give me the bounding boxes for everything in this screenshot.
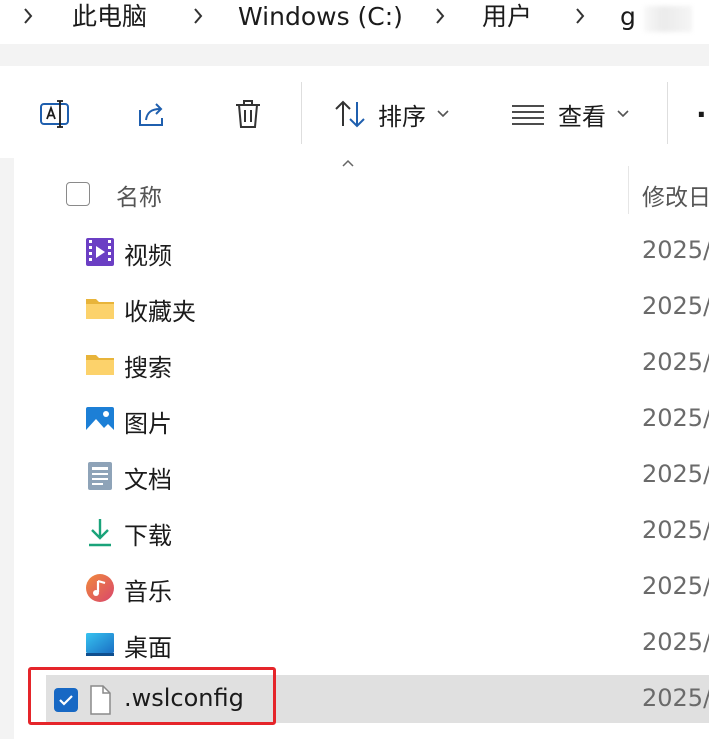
more-options-button[interactable]: · (696, 94, 707, 134)
rename-icon (40, 100, 69, 128)
item-name: 搜索 (124, 354, 172, 382)
annotation-highlight-box (28, 667, 276, 725)
item-date: 2025/ (642, 628, 709, 656)
command-bar: 排序 查看 · (0, 66, 709, 159)
item-name: 收藏夹 (124, 298, 196, 326)
downloads-folder-icon (89, 519, 111, 547)
item-name: 图片 (124, 410, 172, 438)
list-item[interactable]: 图片 2025/ (46, 395, 709, 443)
delete-button[interactable] (230, 94, 266, 134)
list-item[interactable]: 文档 2025/ (46, 451, 709, 499)
chevron-right-icon[interactable] (20, 4, 36, 28)
chevron-down-icon (617, 110, 629, 118)
list-item[interactable]: 音乐 2025/ (46, 563, 709, 611)
documents-folder-icon (88, 462, 112, 490)
item-name: 文档 (124, 466, 172, 494)
breadcrumb-drive-c[interactable]: Windows (C:) (238, 0, 403, 36)
toolbar-divider (667, 82, 668, 144)
item-name: 音乐 (124, 578, 172, 606)
column-header-date[interactable]: 修改日 (642, 178, 709, 212)
list-item[interactable]: 桌面 2025/ (46, 619, 709, 667)
rename-button[interactable] (38, 94, 74, 134)
chevron-right-icon[interactable] (572, 4, 588, 28)
share-icon (139, 103, 163, 126)
file-list: 名称 修改日 视频 2025/ 收藏夹 2025/ 搜索 2025/ 图片 20… (0, 158, 709, 739)
chevron-right-icon[interactable] (190, 4, 206, 28)
share-button[interactable] (134, 94, 170, 134)
list-item[interactable]: 下载 2025/ (46, 507, 709, 555)
toolbar-divider (301, 82, 302, 144)
item-name: 下载 (124, 522, 172, 550)
view-button[interactable]: 查看 (510, 94, 630, 134)
item-date: 2025/ (642, 236, 709, 264)
breadcrumb-gap (0, 44, 709, 66)
item-date: 2025/ (642, 460, 709, 488)
breadcrumb-users[interactable]: 用户 (482, 0, 532, 36)
breadcrumb-user-folder[interactable]: g (620, 0, 636, 36)
chevron-right-icon[interactable] (432, 4, 448, 28)
videos-folder-icon (86, 238, 114, 266)
list-item[interactable]: 收藏夹 2025/ (46, 283, 709, 331)
item-date: 2025/ (642, 684, 709, 712)
list-item[interactable]: 视频 2025/ (46, 227, 709, 275)
redacted-username (644, 6, 692, 32)
item-name: 桌面 (124, 634, 172, 662)
navigation-pane-edge (0, 158, 14, 739)
column-header-row: 名称 修改日 (46, 166, 709, 214)
view-list-icon (512, 105, 544, 125)
chevron-down-icon (437, 110, 449, 118)
music-folder-icon (86, 574, 114, 602)
sort-icon (335, 100, 365, 128)
folder-icon (86, 299, 114, 319)
breadcrumb-this-pc[interactable]: 此电脑 (72, 0, 147, 36)
desktop-folder-icon (86, 633, 114, 656)
folder-icon (86, 355, 114, 375)
view-label: 查看 (558, 102, 606, 131)
item-date: 2025/ (642, 572, 709, 600)
item-name: 视频 (124, 242, 172, 270)
list-item[interactable]: 搜索 2025/ (46, 339, 709, 387)
item-date: 2025/ (642, 516, 709, 544)
sort-label: 排序 (378, 102, 426, 131)
item-date: 2025/ (642, 404, 709, 432)
item-date: 2025/ (642, 348, 709, 376)
column-header-name[interactable]: 名称 (116, 178, 162, 212)
column-divider[interactable] (628, 166, 629, 214)
select-all-checkbox[interactable] (66, 182, 90, 206)
pictures-folder-icon (86, 407, 114, 433)
trash-icon (236, 100, 260, 128)
sort-button[interactable]: 排序 (332, 94, 450, 134)
breadcrumb: 此电脑 Windows (C:) 用户 g (0, 0, 709, 44)
item-date: 2025/ (642, 292, 709, 320)
